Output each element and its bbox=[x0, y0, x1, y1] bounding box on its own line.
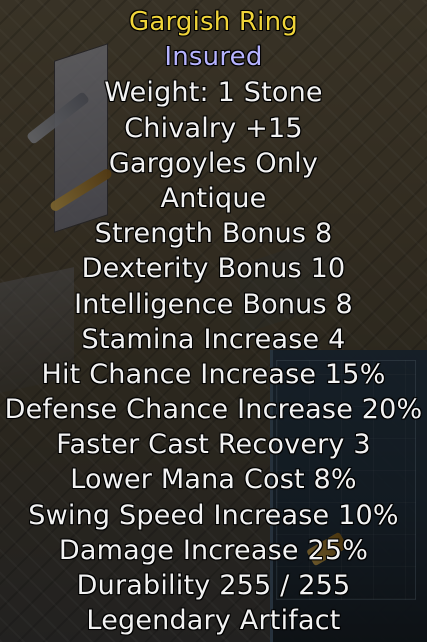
item-status: Insured bbox=[164, 42, 263, 73]
property-faster-cast-recovery: Faster Cast Recovery 3 bbox=[56, 429, 371, 461]
property-stamina-increase: Stamina Increase 4 bbox=[81, 323, 346, 355]
property-legendary-artifact: Legendary Artifact bbox=[86, 605, 341, 637]
item-name: Gargish Ring bbox=[128, 7, 298, 37]
game-scene: Gargish Ring Insured Weight: 1 Stone Chi… bbox=[0, 0, 427, 642]
property-chivalry: Chivalry +15 bbox=[124, 112, 303, 144]
property-intelligence-bonus: Intelligence Bonus 8 bbox=[74, 288, 353, 320]
property-swing-speed-increase: Swing Speed Increase 10% bbox=[28, 499, 399, 531]
property-defense-chance-increase: Defense Chance Increase 20% bbox=[4, 394, 423, 426]
property-hit-chance-increase: Hit Chance Increase 15% bbox=[41, 358, 386, 390]
property-weight: Weight: 1 Stone bbox=[104, 77, 323, 109]
item-tooltip: Gargish Ring Insured Weight: 1 Stone Chi… bbox=[0, 0, 427, 642]
property-durability: Durability 255 / 255 bbox=[76, 570, 351, 601]
property-dexterity-bonus: Dexterity Bonus 10 bbox=[81, 253, 346, 285]
property-race-restriction: Gargoyles Only bbox=[108, 147, 319, 179]
property-damage-increase: Damage Increase 25% bbox=[58, 534, 369, 566]
property-lower-mana-cost: Lower Mana Cost 8% bbox=[70, 464, 357, 496]
property-antique: Antique bbox=[160, 182, 267, 214]
property-strength-bonus: Strength Bonus 8 bbox=[94, 218, 333, 250]
